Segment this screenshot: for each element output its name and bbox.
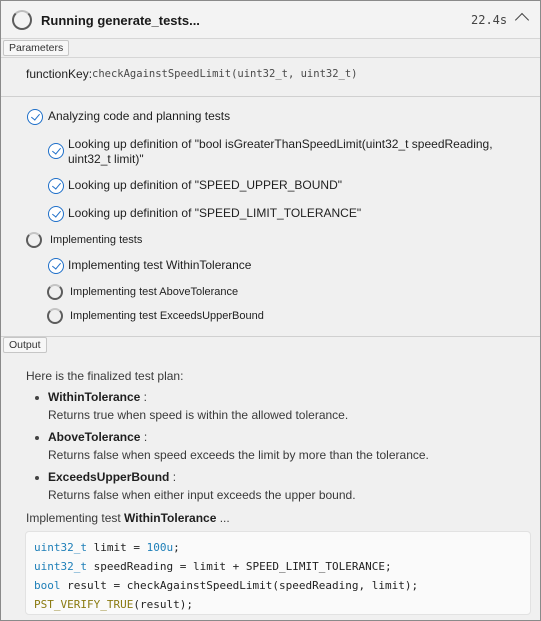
check-circle-icon	[27, 109, 43, 125]
code-line: bool result = checkAgainstSpeedLimit(spe…	[34, 576, 530, 595]
check-circle-icon	[48, 143, 64, 159]
implementing-suffix: ...	[216, 511, 230, 525]
code-line: uint32_t speedReading = limit + SPEED_LI…	[34, 557, 530, 576]
step-lookup-function-line1: Looking up definition of "bool isGreater…	[68, 137, 493, 151]
step-analyzing: Analyzing code and planning tests	[48, 109, 231, 123]
step-test-exceeds-upper-bound: Implementing test ExceedsUpperBound	[70, 310, 264, 322]
code-text: (result);	[133, 598, 193, 611]
test-description: Returns true when speed is within the al…	[48, 408, 349, 422]
output-intro: Here is the finalized test plan:	[26, 369, 184, 383]
bullet-dot	[35, 476, 39, 480]
implementing-prefix: Implementing test	[26, 511, 125, 525]
code-type: uint32_t	[34, 541, 87, 554]
test-plan-item: ExceedsUpperBound :	[48, 470, 176, 485]
code-line: uint32_t limit = 100u;	[34, 538, 530, 557]
code-type: uint32_t	[34, 560, 87, 573]
code-number: 100u	[146, 541, 174, 554]
check-circle-icon	[48, 206, 64, 222]
implementing-status: Implementing test WithinTolerance ...	[26, 511, 230, 526]
test-separator: :	[140, 390, 148, 404]
code-text: limit =	[86, 541, 147, 554]
code-text: speedReading = limit + SPEED_LIMIT_TOLER…	[86, 560, 392, 573]
test-description: Returns false when either input exceeds …	[48, 488, 356, 502]
bullet-dot	[35, 436, 39, 440]
in-progress-ring-icon	[47, 284, 63, 300]
test-name: ExceedsUpperBound	[48, 470, 170, 484]
elapsed-time: 22.4s	[471, 13, 508, 27]
test-separator: :	[140, 430, 148, 444]
step-implementing-tests: Implementing tests	[50, 234, 143, 246]
code-block[interactable]: uint32_t limit = 100u; uint32_t speedRead…	[25, 531, 531, 615]
bullet-dot	[35, 396, 39, 400]
output-tag: Output	[3, 337, 47, 353]
collapse-chevron-up-icon[interactable]	[514, 12, 530, 28]
function-key-value: checkAgainstSpeedLimit(uint32_t, uint32_…	[92, 68, 358, 80]
test-plan-item: WithinTolerance :	[48, 390, 147, 405]
panel-header[interactable]: Running generate_tests... 22.4s	[1, 1, 540, 39]
tool-run-panel: Running generate_tests... 22.4s Paramete…	[0, 0, 541, 621]
function-key-label: functionKey:	[26, 67, 93, 81]
section-divider	[1, 336, 540, 337]
step-test-within-tolerance: Implementing test WithinTolerance	[68, 258, 252, 272]
code-text: ;	[173, 541, 180, 554]
code-macro: PST_VERIFY_TRUE	[34, 598, 134, 611]
code-text: result = checkAgainstSpeedLimit(speedRea…	[60, 579, 419, 592]
step-test-above-tolerance: Implementing test AboveTolerance	[70, 286, 239, 298]
code-line: PST_VERIFY_TRUE(result);	[34, 595, 530, 614]
test-name: AboveTolerance	[48, 430, 141, 444]
step-lookup-function-line2: uint32_t limit)"	[68, 152, 144, 166]
test-name: WithinTolerance	[48, 390, 141, 404]
section-divider	[1, 96, 540, 97]
test-separator: :	[169, 470, 177, 484]
loading-spinner-icon	[12, 10, 32, 30]
test-plan-item: AboveTolerance :	[48, 430, 147, 445]
test-description: Returns false when speed exceeds the lim…	[48, 448, 429, 462]
check-circle-icon	[48, 258, 64, 274]
parameters-tag: Parameters	[3, 40, 70, 56]
implementing-test-name: WithinTolerance	[124, 511, 217, 525]
check-circle-icon	[48, 178, 64, 194]
step-lookup-upper-bound: Looking up definition of "SPEED_UPPER_BO…	[68, 178, 342, 192]
in-progress-ring-icon	[26, 232, 42, 248]
code-type: bool	[34, 579, 61, 592]
step-lookup-function: Looking up definition of "bool isGreater…	[68, 137, 493, 167]
parameters-divider	[1, 57, 540, 58]
run-title: Running generate_tests...	[41, 13, 200, 28]
step-lookup-tolerance: Looking up definition of "SPEED_LIMIT_TO…	[68, 206, 362, 220]
in-progress-ring-icon	[47, 308, 63, 324]
